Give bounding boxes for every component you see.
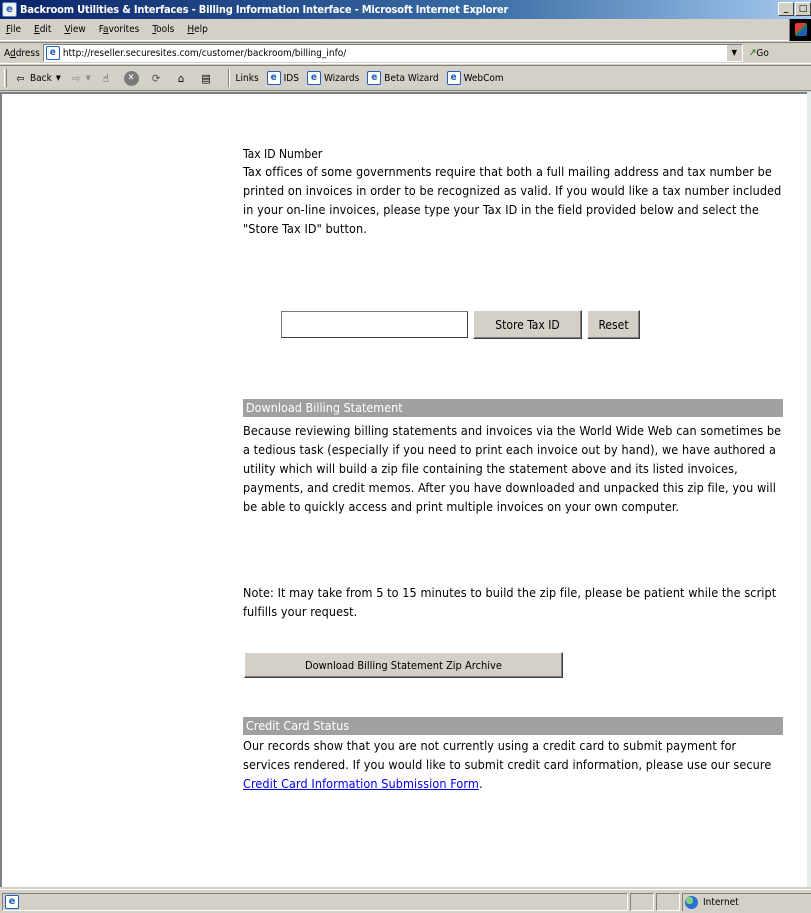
- address-input[interactable]: e http://reseller.securesites.com/custom…: [42, 44, 743, 62]
- billing-page: Tax ID Number Tax offices of some govern…: [243, 146, 783, 791]
- download-zip-button[interactable]: Download Billing Statement Zip Archive: [244, 652, 563, 678]
- stop-button[interactable]: ✕: [123, 70, 141, 86]
- tax-id-description: Tax offices of some governments require …: [243, 164, 782, 236]
- link-wizards[interactable]: e Wizards: [306, 71, 359, 85]
- print-icon: ▤: [201, 71, 211, 85]
- reset-button[interactable]: Reset: [587, 310, 640, 339]
- minimize-button[interactable]: _: [778, 2, 794, 16]
- address-bar: Address e http://reseller.securesites.co…: [0, 42, 811, 64]
- forward-dropdown-icon[interactable]: ▼: [86, 74, 91, 82]
- hand-icon: ☝: [103, 71, 110, 85]
- globe-icon: [685, 896, 698, 909]
- link-page-icon: e: [306, 71, 321, 85]
- credit-card-form-link[interactable]: Credit Card Information Submission Form: [243, 776, 479, 791]
- page-viewport[interactable]: Tax ID Number Tax offices of some govern…: [0, 92, 808, 887]
- maximize-button[interactable]: □: [795, 2, 811, 16]
- credit-card-section-heading: Credit Card Status: [243, 717, 783, 735]
- link-webcom[interactable]: e WebCom: [446, 71, 504, 85]
- hand-button[interactable]: ☝: [99, 71, 116, 86]
- toolbar-separator: [227, 69, 230, 87]
- windows-throbber-icon: [789, 19, 811, 41]
- browser-window: e Backroom Utilities & Interfaces - Bill…: [0, 0, 811, 913]
- menu-bar: File Edit View Favorites Tools Help: [0, 19, 811, 41]
- security-zone: Internet: [682, 893, 811, 911]
- refresh-button[interactable]: ⟳: [149, 71, 166, 86]
- download-description: Because reviewing billing statements and…: [243, 423, 782, 514]
- link-page-icon: e: [266, 71, 281, 85]
- menu-file[interactable]: File: [6, 24, 21, 35]
- menu-tools[interactable]: Tools: [152, 24, 174, 35]
- status-bar: e Internet: [0, 889, 811, 913]
- status-cell: [656, 893, 680, 911]
- download-note: Note: It may take from 5 to 15 minutes t…: [243, 585, 777, 619]
- window-title: Backroom Utilities & Interfaces - Billin…: [20, 3, 509, 16]
- tax-id-heading: Tax ID Number: [243, 147, 323, 161]
- standard-toolbar: ⇦ Back ▼ ⇨ ▼ ☝ ✕ ⟳ ⌂ ▤ Links e IDS e Wizar…: [0, 65, 811, 91]
- back-arrow-icon: ⇦: [16, 71, 25, 85]
- link-ids[interactable]: e IDS: [266, 71, 299, 85]
- link-page-icon: e: [367, 71, 382, 85]
- back-dropdown-icon[interactable]: ▼: [56, 74, 61, 82]
- link-page-icon: e: [446, 71, 461, 85]
- tax-id-form: Store Tax ID Reset: [281, 310, 640, 339]
- link-beta-wizard[interactable]: e Beta Wizard: [367, 71, 439, 85]
- title-bar: e Backroom Utilities & Interfaces - Bill…: [0, 0, 811, 19]
- menu-view[interactable]: View: [64, 24, 85, 35]
- window-controls: _ □: [778, 2, 811, 16]
- address-label: Address: [4, 47, 40, 59]
- status-page-icon: e: [5, 895, 19, 909]
- home-icon: ⌂: [177, 71, 185, 85]
- stop-icon: ✕: [123, 70, 139, 86]
- menu-edit[interactable]: Edit: [34, 24, 51, 35]
- menu-help[interactable]: Help: [187, 24, 208, 35]
- store-tax-id-button[interactable]: Store Tax ID: [473, 310, 582, 339]
- address-dropdown-button[interactable]: ▼: [725, 45, 742, 61]
- back-button[interactable]: ⇦ Back ▼: [13, 71, 61, 86]
- toolbar-grip[interactable]: [4, 69, 7, 87]
- forward-arrow-icon: ⇨: [72, 71, 81, 85]
- status-cell: [630, 893, 654, 911]
- go-button[interactable]: ↗Go: [749, 48, 769, 59]
- links-label: Links: [235, 72, 259, 84]
- print-button[interactable]: ▤: [199, 71, 216, 86]
- vertical-scrollbar[interactable]: [807, 92, 811, 887]
- status-text-panel: e: [2, 893, 628, 911]
- credit-card-description: Our records show that you are not curren…: [243, 738, 772, 791]
- address-url: http://reseller.securesites.com/customer…: [62, 47, 347, 59]
- page-icon: e: [45, 46, 60, 60]
- refresh-icon: ⟳: [151, 71, 161, 85]
- menu-favorites[interactable]: Favorites: [99, 24, 140, 35]
- forward-button[interactable]: ⇨ ▼: [69, 71, 91, 86]
- home-button[interactable]: ⌂: [174, 71, 191, 86]
- download-section-heading: Download Billing Statement: [243, 399, 783, 417]
- ie-logo-icon: e: [2, 2, 17, 17]
- tax-id-input[interactable]: [281, 311, 468, 338]
